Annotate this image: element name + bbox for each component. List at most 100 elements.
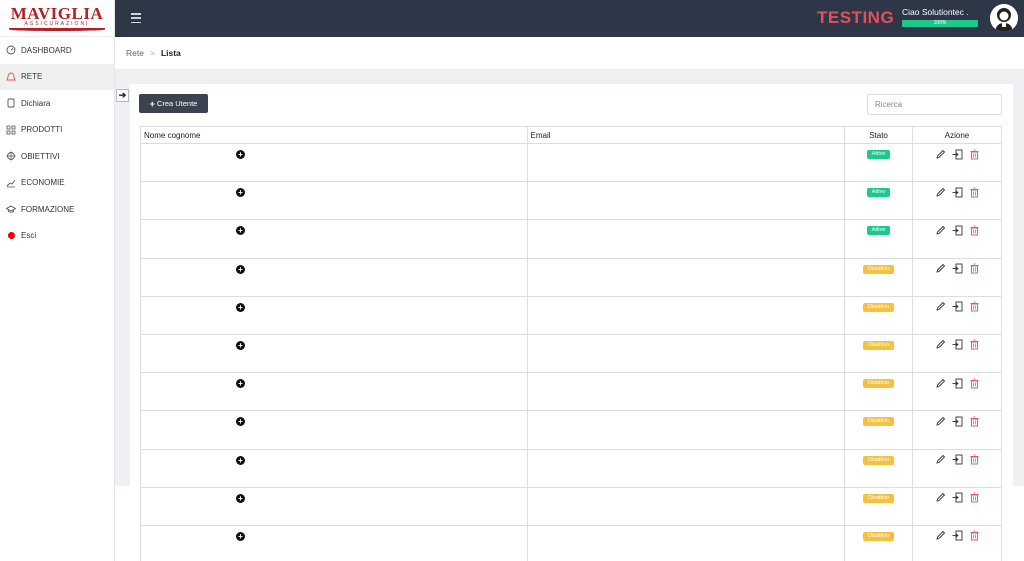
expand-plus-icon[interactable]: + [236,188,245,198]
column-header-name[interactable]: Nome cognome [140,126,528,144]
login-icon[interactable] [951,339,963,351]
table-row[interactable]: + Attivo [140,181,1002,221]
sidebar-item-esci[interactable]: Esci [0,223,114,250]
login-icon[interactable] [951,224,963,236]
status-badge: Disattivo [863,455,895,465]
login-icon[interactable] [951,301,963,313]
table-row[interactable]: + Disattivo [140,372,1002,412]
sidebar-item-formazione[interactable]: FORMAZIONE [0,196,114,223]
trash-icon[interactable] [968,301,980,313]
edit-pencil-icon[interactable] [934,301,946,313]
trash-icon[interactable] [968,339,980,351]
expand-plus-icon[interactable]: + [236,531,245,541]
arrow-right-icon[interactable]: ➔ [116,89,129,102]
status-cell: Disattivo [844,486,914,526]
trash-icon[interactable] [968,224,980,236]
create-user-label: Crea Utente [156,99,198,108]
name-cell: + [140,295,528,335]
actions-cell [912,333,1002,374]
table-row[interactable]: + Disattivo [140,333,1002,374]
expand-plus-icon[interactable]: + [236,264,245,274]
name-cell: + [140,181,528,221]
brand-logo[interactable]: MAVIGLIA ASSICURAZIONI [0,0,114,37]
progress-label: 100% [902,20,978,27]
menu-icon[interactable] [131,13,141,23]
expand-plus-icon[interactable]: + [236,150,245,159]
breadcrumb-rete-link[interactable]: Rete [126,48,144,58]
sidebar-item-obiettivi[interactable]: OBIETTIVI [0,143,114,170]
search-input[interactable] [867,94,1002,115]
edit-pencil-icon[interactable] [934,148,946,160]
user-greeting[interactable]: Ciao Solutiontec . [902,7,969,17]
column-header-status[interactable]: Stato [844,126,914,144]
table-row[interactable]: + Disattivo [140,295,1002,335]
trash-icon[interactable] [968,263,980,275]
sidebar-item-dashboard[interactable]: DASHBOARD [0,37,114,64]
email-cell [526,372,846,412]
edit-pencil-icon[interactable] [934,263,946,275]
expand-plus-icon[interactable]: + [236,455,245,465]
edit-pencil-icon[interactable] [934,415,946,427]
table-row[interactable]: + Disattivo [140,486,1002,526]
table-row[interactable]: + Disattivo [140,410,1002,450]
login-icon[interactable] [951,492,963,504]
expand-plus-icon[interactable]: + [236,493,245,503]
trash-icon[interactable] [968,148,980,160]
column-header-email[interactable]: Email [526,126,846,144]
status-cell: Disattivo [844,524,914,561]
trash-icon[interactable] [968,530,980,542]
table-row[interactable]: + Attivo [140,142,1002,183]
login-icon[interactable] [951,454,963,466]
login-icon[interactable] [951,263,963,275]
table-row[interactable]: + Attivo [140,219,1002,259]
actions-cell [912,219,1002,259]
sidebar-item-label: DASHBOARD [21,45,72,55]
sidebar-item-prodotti[interactable]: PRODOTTI [0,117,114,144]
name-cell: + [140,524,528,561]
trash-icon[interactable] [968,415,980,427]
trash-icon[interactable] [968,186,980,198]
email-cell [526,410,846,450]
status-badge: Attivo [866,226,891,236]
expand-plus-icon[interactable]: + [236,226,245,236]
table-row[interactable]: + Disattivo [140,257,1002,297]
trash-icon[interactable] [968,377,980,389]
edit-pencil-icon[interactable] [934,186,946,198]
edit-pencil-icon[interactable] [934,530,946,542]
status-cell: Attivo [844,181,914,221]
table-row[interactable]: + Disattivo [140,448,1002,488]
create-user-button[interactable]: + Crea Utente [139,94,208,113]
breadcrumb-current: Lista [160,48,181,58]
status-cell: Disattivo [844,410,914,450]
edit-pencil-icon[interactable] [934,492,946,504]
top-bar: TESTING Ciao Solutiontec . 100% [115,0,1024,37]
expand-plus-icon[interactable]: + [236,379,245,389]
name-cell: + [140,372,528,412]
table-row[interactable]: + Disattivo [140,524,1002,561]
sidebar-item-dichiara[interactable]: Dichiara [0,90,114,117]
expand-plus-icon[interactable]: + [236,302,245,312]
email-cell [526,524,846,561]
login-icon[interactable] [951,415,963,427]
avatar[interactable] [990,4,1018,32]
login-icon[interactable] [951,186,963,198]
expand-plus-icon[interactable]: + [236,340,245,350]
trash-icon[interactable] [968,492,980,504]
user-list-card: + Crea Utente Nome cognome Email Stato A… [130,84,1013,561]
brand-subtitle: ASSICURAZIONI [24,20,90,27]
login-icon[interactable] [951,148,963,160]
login-icon[interactable] [951,377,963,389]
sidebar-item-economie[interactable]: ECONOMIE [0,170,114,197]
status-cell: Disattivo [844,448,914,488]
edit-pencil-icon[interactable] [934,224,946,236]
trash-icon[interactable] [968,454,980,466]
edit-pencil-icon[interactable] [934,454,946,466]
edit-pencil-icon[interactable] [934,339,946,351]
status-badge: Disattivo [863,493,895,503]
edit-pencil-icon[interactable] [934,377,946,389]
name-cell: + [140,448,528,488]
status-badge: Disattivo [863,417,895,427]
expand-plus-icon[interactable]: + [236,417,245,427]
sidebar-item-rete[interactable]: RETE [0,63,114,90]
login-icon[interactable] [951,530,963,542]
